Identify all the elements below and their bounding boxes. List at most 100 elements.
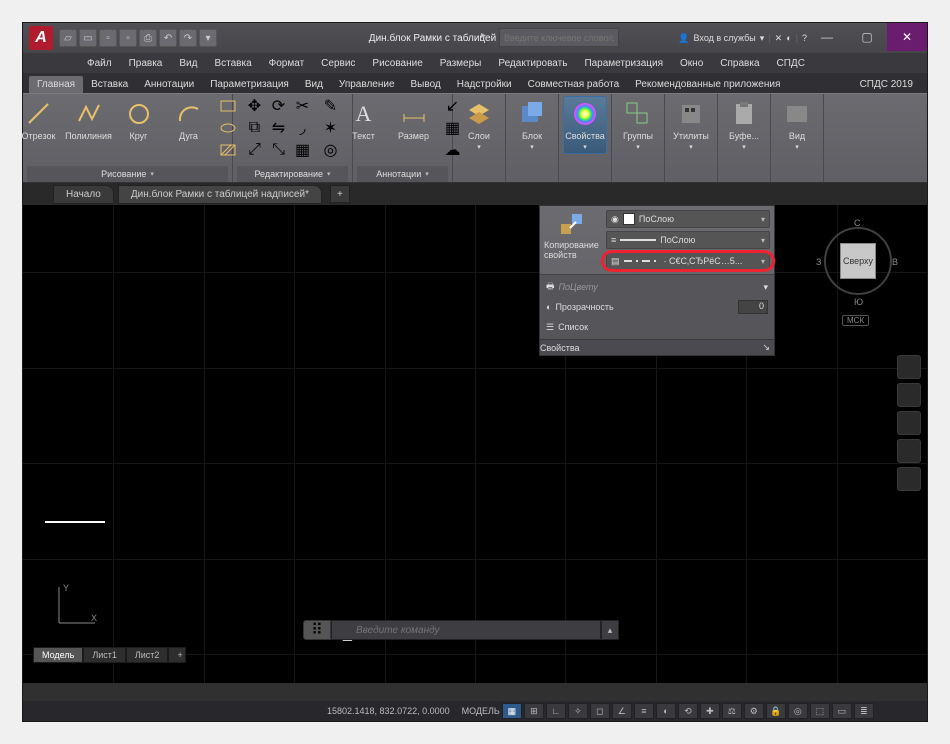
app-menu-button[interactable]: A bbox=[29, 26, 53, 50]
layout-model[interactable]: Модель bbox=[33, 647, 83, 663]
tab-view[interactable]: Вид bbox=[297, 76, 331, 93]
tab-collaborate[interactable]: Совместная работа bbox=[520, 76, 628, 93]
minimize-button[interactable]: ― bbox=[807, 23, 847, 51]
status-transparency-icon[interactable]: ◐ bbox=[656, 703, 676, 719]
status-workspace-icon[interactable]: ⚙ bbox=[744, 703, 764, 719]
layout-add[interactable]: + bbox=[168, 647, 186, 663]
layout-sheet1[interactable]: Лист1 bbox=[83, 647, 126, 663]
exchange-icon[interactable]: ✕ bbox=[775, 33, 783, 44]
compass-south[interactable]: Ю bbox=[854, 297, 863, 307]
nav-orbit-icon[interactable] bbox=[897, 439, 921, 463]
properties-button[interactable]: Свойства▾ bbox=[563, 96, 607, 154]
array-icon[interactable]: ▦ bbox=[292, 140, 314, 160]
layout-sheet2[interactable]: Лист2 bbox=[126, 647, 169, 663]
trim-icon[interactable]: ✂ bbox=[292, 96, 314, 116]
nav-pan-icon[interactable] bbox=[897, 383, 921, 407]
status-polar-icon[interactable]: ✧ bbox=[568, 703, 588, 719]
menu-modify[interactable]: Редактировать bbox=[490, 55, 575, 72]
scale-icon[interactable]: ⤡ bbox=[268, 140, 290, 160]
linetype-dropdown[interactable]: ▤· С€С‚СЂРёС…5...▾ bbox=[606, 252, 770, 270]
list-button[interactable]: ☰Список bbox=[546, 319, 768, 335]
tab-addins[interactable]: Надстройки bbox=[449, 76, 520, 93]
tab-home[interactable]: Главная bbox=[29, 76, 83, 93]
tab-annotate[interactable]: Аннотации bbox=[136, 76, 202, 93]
qat-redo-icon[interactable]: ↷ bbox=[179, 29, 197, 47]
nav-wheel-icon[interactable] bbox=[897, 355, 921, 379]
status-ortho-icon[interactable]: ∟ bbox=[546, 703, 566, 719]
qat-plot-icon[interactable]: ⎙ bbox=[139, 29, 157, 47]
status-grid-icon[interactable]: ▦ bbox=[502, 703, 522, 719]
qat-undo-icon[interactable]: ↶ bbox=[159, 29, 177, 47]
dialog-launcher-icon[interactable]: ↘ bbox=[762, 342, 770, 353]
layers-button[interactable]: Слои▾ bbox=[457, 96, 501, 151]
status-lwt-icon[interactable]: ≡ bbox=[634, 703, 654, 719]
menu-insert[interactable]: Вставка bbox=[206, 55, 259, 72]
drawing-canvas[interactable]: Копирование свойств ◉ПоСлою▾ ≡ПоСлою▾ ▤·… bbox=[23, 205, 927, 683]
text-button[interactable]: AТекст bbox=[342, 96, 386, 141]
menu-file[interactable]: Файл bbox=[79, 55, 120, 72]
command-line[interactable]: ⠿ ▸_ ▴ bbox=[303, 619, 619, 641]
menu-spds[interactable]: СПДС bbox=[769, 55, 813, 72]
tab-manage[interactable]: Управление bbox=[331, 76, 403, 93]
cmd-history-button[interactable]: ▴ bbox=[601, 620, 619, 640]
transparency-row[interactable]: ◐Прозрачность0 bbox=[546, 299, 768, 315]
stretch-icon[interactable]: ⤢ bbox=[244, 140, 266, 160]
block-button[interactable]: Блок▾ bbox=[510, 96, 554, 151]
status-custom-icon[interactable]: ≣ bbox=[854, 703, 874, 719]
arc-button[interactable]: Дуга bbox=[167, 96, 211, 141]
menu-dimension[interactable]: Размеры bbox=[432, 55, 490, 72]
status-model[interactable]: МОДЕЛЬ bbox=[462, 706, 500, 716]
qat-new-icon[interactable]: ▱ bbox=[59, 29, 77, 47]
rotate-icon[interactable]: ⟳ bbox=[268, 96, 290, 116]
command-input[interactable] bbox=[331, 620, 601, 640]
status-snap-icon[interactable]: ⊞ bbox=[524, 703, 544, 719]
doctab-add[interactable]: + bbox=[330, 185, 350, 203]
view-button[interactable]: Вид▾ bbox=[775, 96, 819, 151]
tab-spds[interactable]: СПДС 2019 bbox=[852, 76, 921, 93]
offset-icon[interactable]: ◎ bbox=[320, 140, 342, 160]
coord-system-label[interactable]: МСК bbox=[842, 315, 869, 326]
menu-parametric[interactable]: Параметризация bbox=[576, 55, 671, 72]
a360-icon[interactable]: ◐ bbox=[786, 33, 791, 43]
move-icon[interactable]: ✥ bbox=[244, 96, 266, 116]
nav-zoom-icon[interactable] bbox=[897, 411, 921, 435]
panel-draw-footer[interactable]: Рисование bbox=[27, 166, 228, 182]
search-input[interactable] bbox=[499, 28, 619, 47]
erase-icon[interactable]: ✎ bbox=[320, 96, 342, 116]
tab-insert[interactable]: Вставка bbox=[83, 76, 136, 93]
viewcube-face[interactable]: Сверху bbox=[840, 243, 876, 279]
compass-east[interactable]: В bbox=[892, 257, 898, 267]
tab-featured[interactable]: Рекомендованные приложения bbox=[627, 76, 788, 93]
status-clean-icon[interactable]: ▭ bbox=[832, 703, 852, 719]
status-osnap-icon[interactable]: ◻ bbox=[590, 703, 610, 719]
login-area[interactable]: 👤 Вход в службы ▾ | ✕ ◐ | ? bbox=[678, 33, 807, 44]
circle-button[interactable]: Круг bbox=[117, 96, 161, 141]
menu-format[interactable]: Формат bbox=[261, 55, 313, 72]
status-isolate-icon[interactable]: ◎ bbox=[788, 703, 808, 719]
panel-annot-footer[interactable]: Аннотации bbox=[357, 166, 448, 182]
groups-button[interactable]: Группы▾ bbox=[616, 96, 660, 151]
color-dropdown[interactable]: ◉ПоСлою▾ bbox=[606, 210, 770, 228]
tab-parametric[interactable]: Параметризация bbox=[202, 76, 297, 93]
copy-icon[interactable]: ⧉ bbox=[244, 118, 266, 138]
menu-view[interactable]: Вид bbox=[171, 55, 205, 72]
menu-draw[interactable]: Рисование bbox=[364, 55, 430, 72]
nav-showmotion-icon[interactable] bbox=[897, 467, 921, 491]
doctab-start[interactable]: Начало bbox=[53, 185, 114, 204]
compass-north[interactable]: С bbox=[854, 218, 861, 228]
line-button[interactable]: Отрезок bbox=[17, 96, 61, 141]
plotstyle-dropdown[interactable]: 🖶ПоЦвету▾ bbox=[546, 279, 768, 295]
polyline-button[interactable]: Полилиния bbox=[67, 96, 111, 141]
qat-open-icon[interactable]: ▭ bbox=[79, 29, 97, 47]
qat-save-icon[interactable]: ▫ bbox=[99, 29, 117, 47]
mirror-icon[interactable]: ⇋ bbox=[268, 118, 290, 138]
doctab-file[interactable]: Дин.блок Рамки с таблицей надписей* bbox=[118, 185, 322, 204]
utilities-button[interactable]: Утилиты▾ bbox=[669, 96, 713, 151]
status-annoscale-icon[interactable]: ⚖ bbox=[722, 703, 742, 719]
compass-west[interactable]: З bbox=[816, 257, 821, 267]
status-cycle-icon[interactable]: ⟲ bbox=[678, 703, 698, 719]
dimension-button[interactable]: Размер bbox=[392, 96, 436, 141]
flyout-footer[interactable]: Свойства ↘ bbox=[540, 339, 774, 355]
status-lock-icon[interactable]: 🔒 bbox=[766, 703, 786, 719]
menu-tools[interactable]: Сервис bbox=[313, 55, 363, 72]
